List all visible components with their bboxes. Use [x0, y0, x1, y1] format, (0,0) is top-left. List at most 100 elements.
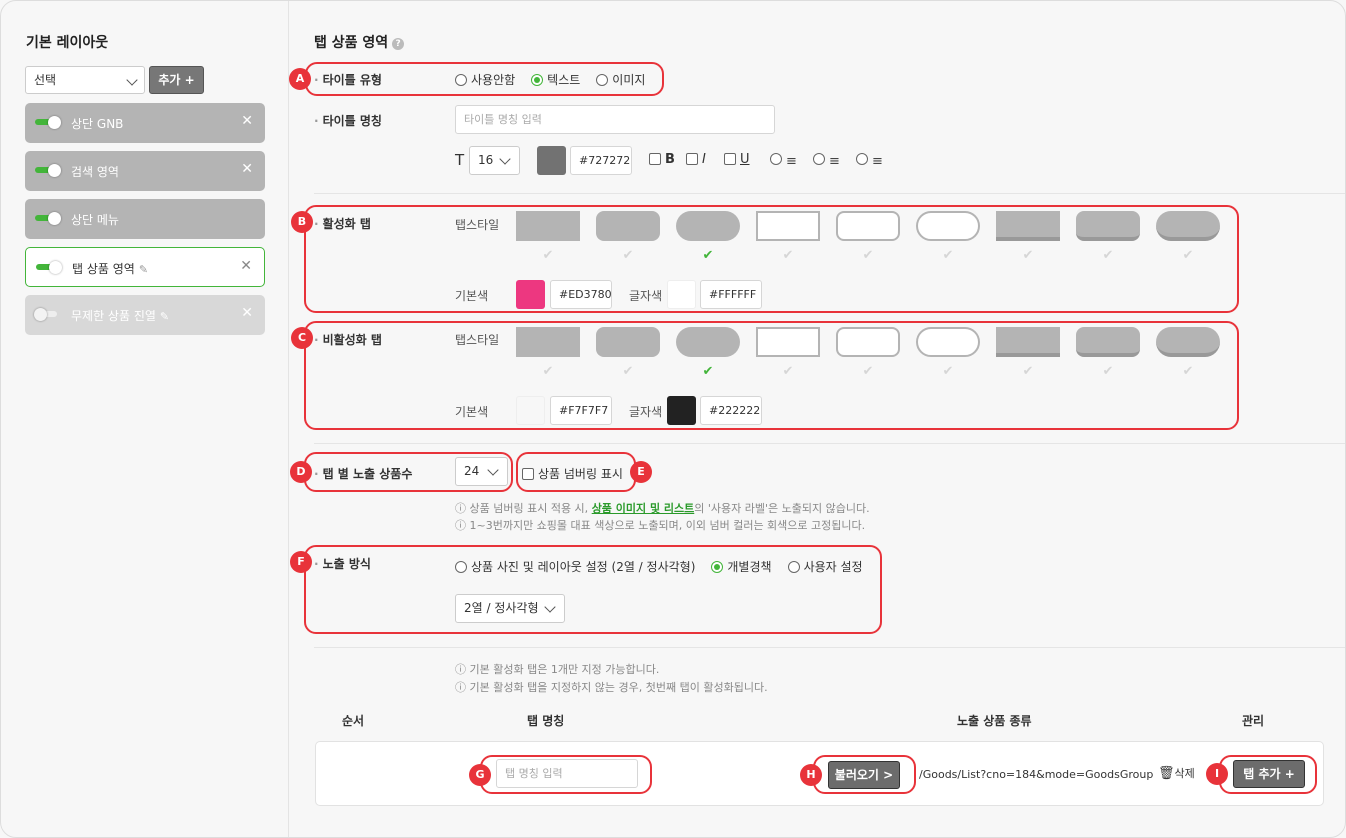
align-left-radio[interactable]: ≡ [770, 153, 797, 169]
layout-select-value: 선택 [34, 73, 57, 87]
load-button[interactable]: 불러오기 > [828, 761, 900, 789]
radio-individual[interactable]: 개별경책 [711, 558, 772, 575]
toggle-switch[interactable] [34, 308, 59, 321]
active-tab-style-6[interactable] [916, 211, 980, 241]
radio-none[interactable]: 사용안함 [455, 71, 515, 88]
help-icon[interactable]: ? [392, 38, 405, 50]
inactive-tab-style-6[interactable] [916, 327, 980, 357]
add-tab-button[interactable]: 탭 추가 + [1233, 760, 1305, 788]
table-header-order: 순서 [342, 714, 365, 728]
inactive-base-color-input[interactable]: #F7F7F7 [550, 396, 612, 425]
sidebar-item-gnb[interactable]: 상단 GNB ✕ [25, 103, 265, 143]
sidebar-item-unlimited[interactable]: 무제한 상품 진열 ✎ ✕ [25, 295, 265, 335]
pencil-icon[interactable]: ✎ [139, 263, 148, 276]
active-tab-label: 활성화 탭 [314, 215, 371, 232]
active-tab-style-2[interactable] [596, 211, 660, 241]
close-icon[interactable]: ✕ [241, 113, 253, 129]
inactive-tab-style-1[interactable] [516, 327, 580, 357]
product-image-list-link[interactable]: 상품 이미지 및 리스트 [592, 502, 695, 515]
active-base-color-swatch[interactable] [516, 280, 545, 309]
numbering-checkbox[interactable]: 상품 넘버링 표시 [522, 465, 623, 482]
title-type-radios: 사용안함 텍스트 이미지 [455, 71, 645, 88]
active-tab-style-label: 탭스타일 [455, 218, 500, 232]
check-icon: ✔ [1182, 248, 1194, 263]
active-text-color-label: 글자색 [629, 289, 663, 303]
active-tab-style-7[interactable] [996, 211, 1060, 241]
tab-name-input[interactable]: 탭 명칭 입력 [496, 759, 638, 788]
inactive-text-color-swatch[interactable] [667, 396, 696, 425]
font-size-select[interactable]: 16 [469, 146, 520, 175]
toggle-switch[interactable] [35, 116, 61, 129]
check-icon: ✔ [622, 248, 634, 263]
toggle-switch[interactable] [35, 164, 61, 177]
align-right-radio[interactable]: ≡ [856, 153, 883, 169]
add-layout-button[interactable]: 추가 + [149, 66, 204, 94]
align-center-radio[interactable]: ≡ [813, 153, 840, 169]
title-color-input[interactable]: #727272 [570, 146, 632, 175]
active-text-color-input[interactable]: #FFFFFF [700, 280, 762, 309]
count-label: 탭 별 노출 상품수 [314, 465, 413, 482]
chevron-down-icon [487, 464, 499, 476]
radio-custom[interactable]: 사용자 설정 [787, 558, 863, 575]
annotation-badge-a: A [289, 68, 311, 90]
title-color-swatch[interactable] [537, 146, 566, 175]
inactive-tab-style-5[interactable] [836, 327, 900, 357]
font-size-icon: T [455, 151, 465, 169]
sidebar-item-menu[interactable]: 상단 메뉴 [25, 199, 265, 239]
inactive-tab-style-3[interactable] [676, 327, 740, 357]
divider [314, 443, 1345, 444]
title-name-input[interactable]: 타이틀 명칭 입력 [455, 105, 775, 134]
sidebar-item-search[interactable]: 검색 영역 ✕ [25, 151, 265, 191]
inactive-tab-style-8[interactable] [1076, 327, 1140, 357]
check-icon: ✔ [862, 364, 874, 379]
sidebar-title: 기본 레이아웃 [26, 35, 109, 51]
active-tab-style-4[interactable] [756, 211, 820, 241]
close-icon[interactable]: ✕ [241, 161, 253, 177]
align-left-icon: ≡ [786, 154, 797, 169]
count-select[interactable]: 24 [455, 457, 508, 486]
display-layout-select[interactable]: 2열 / 정사각형 [455, 594, 565, 623]
active-text-color-swatch[interactable] [667, 280, 696, 309]
sidebar-item-label: 상단 GNB [71, 117, 124, 131]
radio-text[interactable]: 텍스트 [531, 71, 580, 88]
underline-checkbox[interactable]: U [724, 152, 750, 167]
check-icon-selected: ✔ [702, 248, 714, 263]
annotation-badge-e: E [630, 461, 652, 483]
inactive-tab-style-label: 탭스타일 [455, 333, 500, 347]
check-icon: ✔ [1022, 248, 1034, 263]
check-icon: ✔ [782, 248, 794, 263]
inactive-text-color-input[interactable]: #222222 [700, 396, 762, 425]
active-tab-style-9[interactable] [1156, 211, 1220, 241]
active-tab-style-5[interactable] [836, 211, 900, 241]
inactive-base-color-swatch[interactable] [516, 396, 545, 425]
inactive-text-color-label: 글자색 [629, 405, 663, 419]
delete-button[interactable]: 🗑삭제 [1158, 765, 1195, 781]
inactive-tab-style-4[interactable] [756, 327, 820, 357]
sidebar: 기본 레이아웃 선택 추가 + 상단 GNB ✕ 검색 영역 ✕ 상단 메뉴 탭… [1, 1, 289, 837]
italic-checkbox[interactable]: I [686, 152, 706, 167]
check-icon: ✔ [942, 248, 954, 263]
toggle-switch[interactable] [36, 261, 62, 274]
active-tab-style-3[interactable] [676, 211, 740, 241]
pencil-icon[interactable]: ✎ [160, 310, 169, 323]
inactive-tab-style-7[interactable] [996, 327, 1060, 357]
active-base-color-input[interactable]: #ED3780 [550, 280, 612, 309]
active-tab-style-1[interactable] [516, 211, 580, 241]
numbering-note-2: ⓘ 1~3번까지만 쇼핑몰 대표 색상으로 노출되며, 이외 넘버 컬러는 회색… [455, 519, 866, 532]
check-icon: ✔ [1102, 364, 1114, 379]
annotation-badge-f: F [290, 551, 312, 573]
display-label: 노출 방식 [314, 555, 371, 572]
inactive-tab-style-2[interactable] [596, 327, 660, 357]
check-icon: ✔ [542, 364, 554, 379]
active-tab-style-8[interactable] [1076, 211, 1140, 241]
trash-icon: 🗑 [1158, 766, 1175, 781]
radio-image[interactable]: 이미지 [596, 71, 645, 88]
layout-select[interactable]: 선택 [25, 66, 145, 94]
inactive-tab-style-9[interactable] [1156, 327, 1220, 357]
close-icon[interactable]: ✕ [241, 305, 253, 321]
close-icon[interactable]: ✕ [240, 258, 252, 274]
toggle-switch[interactable] [35, 212, 61, 225]
bold-checkbox[interactable]: B [649, 152, 675, 167]
radio-layout-setting[interactable]: 상품 사진 및 레이아웃 설정 (2열 / 정사각형) [455, 558, 695, 575]
sidebar-item-tab-products[interactable]: 탭 상품 영역 ✎ ✕ [25, 247, 265, 287]
